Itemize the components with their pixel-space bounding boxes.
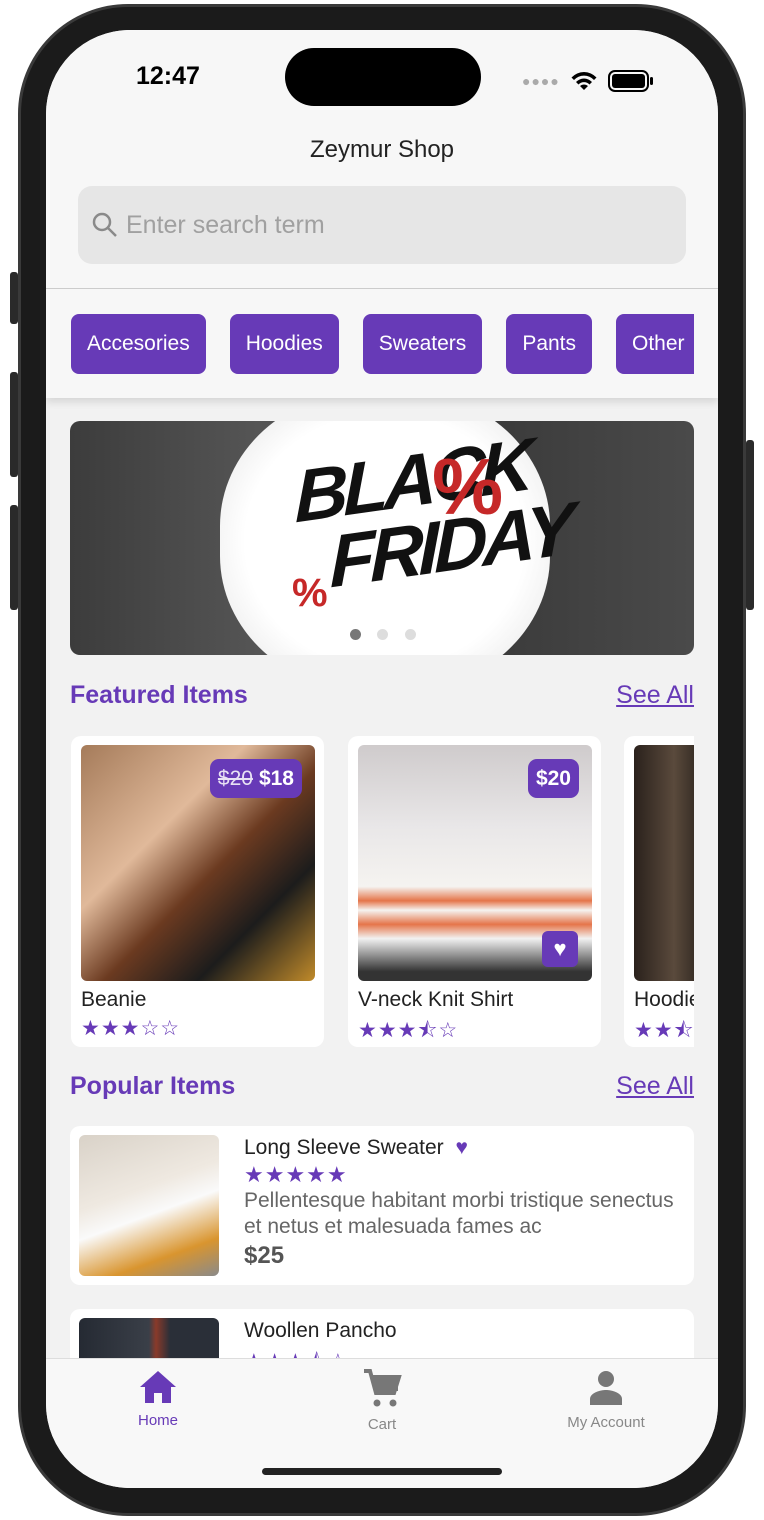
mute-switch [10,272,18,324]
status-icons: ●●●● [522,70,654,92]
app-title: Zeymur Shop [309,136,455,163]
product-card[interactable]: $20 $18 Beanie ★★★☆☆ [71,736,324,1047]
dynamic-island [285,48,481,106]
home-icon [140,1371,176,1403]
percent-icon: % [432,442,504,531]
product-price: $25 [244,1242,285,1269]
product-card[interactable]: Hoodie ★★⯪ [624,736,694,1047]
cart-icon [364,1369,402,1407]
search-placeholder: Enter search term [126,210,325,239]
product-name: Hoodie [634,988,694,1011]
popular-see-all[interactable]: See All [616,1072,694,1101]
search-icon [92,212,117,237]
tab-home[interactable]: Home [46,1369,270,1429]
chip-pants[interactable]: Pants [506,314,593,374]
product-image [79,1135,219,1276]
percent-icon-small: % [292,571,328,615]
search-input[interactable]: Enter search term [78,186,686,264]
volume-down-button [10,505,18,610]
product-name: V-neck Knit Shirt [358,988,514,1011]
rating-stars: ★★★☆☆ [81,1017,181,1040]
header-divider [46,288,718,289]
rating-stars: ★★★★★ [244,1162,348,1187]
featured-see-all[interactable]: See All [616,681,694,710]
product-name: Beanie [81,988,147,1011]
volume-up-button [10,372,18,477]
carousel-dot[interactable] [405,629,416,640]
wifi-icon [571,72,597,90]
signal-icon: ●●●● [522,73,560,89]
featured-title: Featured Items [70,681,248,709]
power-button [746,440,754,610]
list-item[interactable]: Long Sleeve Sweater ♥ ★★★★★ Pellentesque… [70,1126,694,1285]
category-chips[interactable]: Accesories Hoodies Sweaters Pants Other [71,314,694,374]
tab-label: My Account [567,1414,645,1431]
chip-other[interactable]: Other [616,314,694,374]
carousel-dot[interactable] [377,629,388,640]
account-icon [590,1371,622,1405]
rating-stars: ★★★⯪☆ [358,1019,459,1042]
carousel-dot-active[interactable] [350,629,361,640]
price-badge: $20 [527,759,579,798]
battery-icon [607,70,653,92]
tab-my-account[interactable]: My Account [494,1369,718,1431]
tab-label: Cart [367,1416,397,1433]
app-header: 12:47 ●●●● Zeymur Shop Enter search term… [46,30,718,398]
screen: 12:47 ●●●● Zeymur Shop Enter search term… [46,30,718,1488]
home-indicator[interactable] [262,1468,502,1475]
product-card[interactable]: $20 ♥ V-neck Knit Shirt ★★★⯪☆ [348,736,601,1047]
status-time: 12:47 [136,62,200,90]
chip-hoodies[interactable]: Hoodies [229,314,339,374]
promo-banner[interactable]: BLACK FRIDAY % % [70,421,694,655]
chip-accesories[interactable]: Accesories [71,314,206,374]
popular-title: Popular Items [70,1072,236,1100]
rating-stars: ★★⯪ [634,1019,694,1042]
price-badge: $20 $18 [209,759,302,798]
product-name: Long Sleeve Sweater ♥ [244,1136,468,1159]
favorite-heart-icon[interactable]: ♥ [542,931,578,967]
tab-label: Home [137,1412,178,1429]
chip-sweaters[interactable]: Sweaters [362,314,483,374]
product-description: Pellentesque habitant morbi tristique se… [244,1189,674,1238]
product-image [634,745,694,981]
product-name: Woollen Pancho [244,1319,397,1342]
favorite-heart-icon[interactable]: ♥ [455,1136,467,1159]
tab-cart[interactable]: Cart [270,1369,494,1433]
